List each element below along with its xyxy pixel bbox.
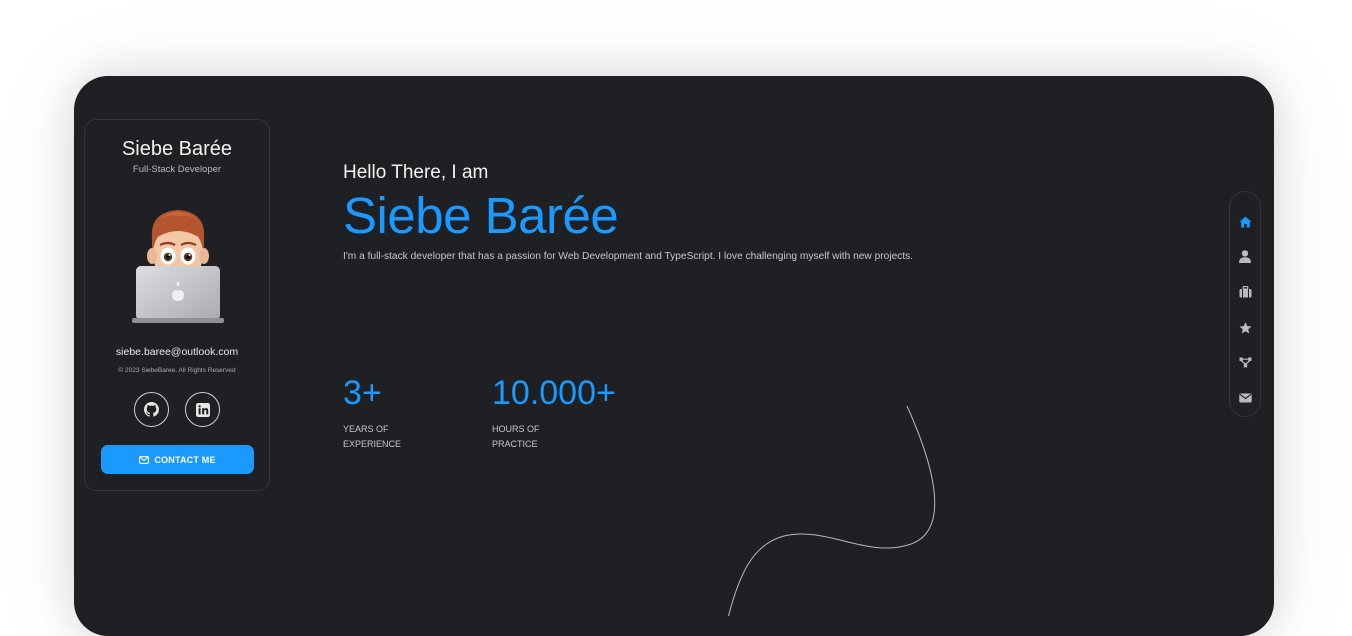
hero-bio: I'm a full-stack developer that has a pa… [343, 251, 914, 262]
hero-name: Siebe Barée [343, 187, 619, 244]
github-icon [144, 402, 159, 417]
decorative-curve [728, 405, 936, 616]
stat-label: YEARS OF EXPERIENCE [343, 424, 402, 449]
nav-projects[interactable] [1229, 345, 1261, 380]
mail-icon [139, 455, 150, 464]
nav-about[interactable] [1229, 239, 1261, 274]
home-icon [1239, 216, 1251, 228]
stat-experience: 3+ YEARS OF EXPERIENCE [343, 376, 492, 452]
email-link[interactable]: siebe.baree@outlook.com [85, 346, 269, 358]
social-links [85, 392, 269, 427]
stat-practice: 10.000+ HOURS OF PRACTICE [492, 376, 641, 452]
star-icon [1239, 321, 1251, 334]
github-button[interactable] [134, 392, 169, 427]
user-icon [1239, 250, 1251, 264]
profile-card: Siebe Barée Full-Stack Developer siebe.b… [84, 119, 270, 491]
avatar [132, 210, 224, 323]
contact-me-button[interactable]: CONTACT ME [101, 445, 254, 474]
copyright-text: © 2023 SiebeBaree. All Rights Reserved [118, 367, 236, 374]
linkedin-icon [195, 402, 210, 417]
stat-value: 3+ [343, 374, 382, 412]
stat-value: 10.000+ [492, 374, 616, 412]
mail-icon [1238, 393, 1252, 403]
network-icon [1239, 357, 1251, 368]
nav-home[interactable] [1229, 204, 1261, 239]
side-navigation [1229, 191, 1261, 417]
contact-me-label: CONTACT ME [154, 454, 216, 465]
linkedin-button[interactable] [185, 392, 220, 427]
nav-experience[interactable] [1229, 275, 1261, 310]
hero-section: Hello There, I am Siebe Barée I'm a full… [343, 162, 913, 262]
nav-contact[interactable] [1229, 381, 1261, 416]
profile-role: Full-Stack Developer [132, 164, 222, 175]
profile-name: Siebe Barée [121, 138, 233, 160]
briefcase-icon [1239, 286, 1251, 298]
nav-skills[interactable] [1229, 310, 1261, 345]
portfolio-window: Siebe Barée Full-Stack Developer siebe.b… [74, 76, 1274, 636]
hero-greeting: Hello There, I am [343, 162, 489, 183]
stat-label: HOURS OF PRACTICE [492, 424, 540, 449]
stats-section: 3+ YEARS OF EXPERIENCE 10.000+ HOURS OF … [343, 376, 641, 452]
